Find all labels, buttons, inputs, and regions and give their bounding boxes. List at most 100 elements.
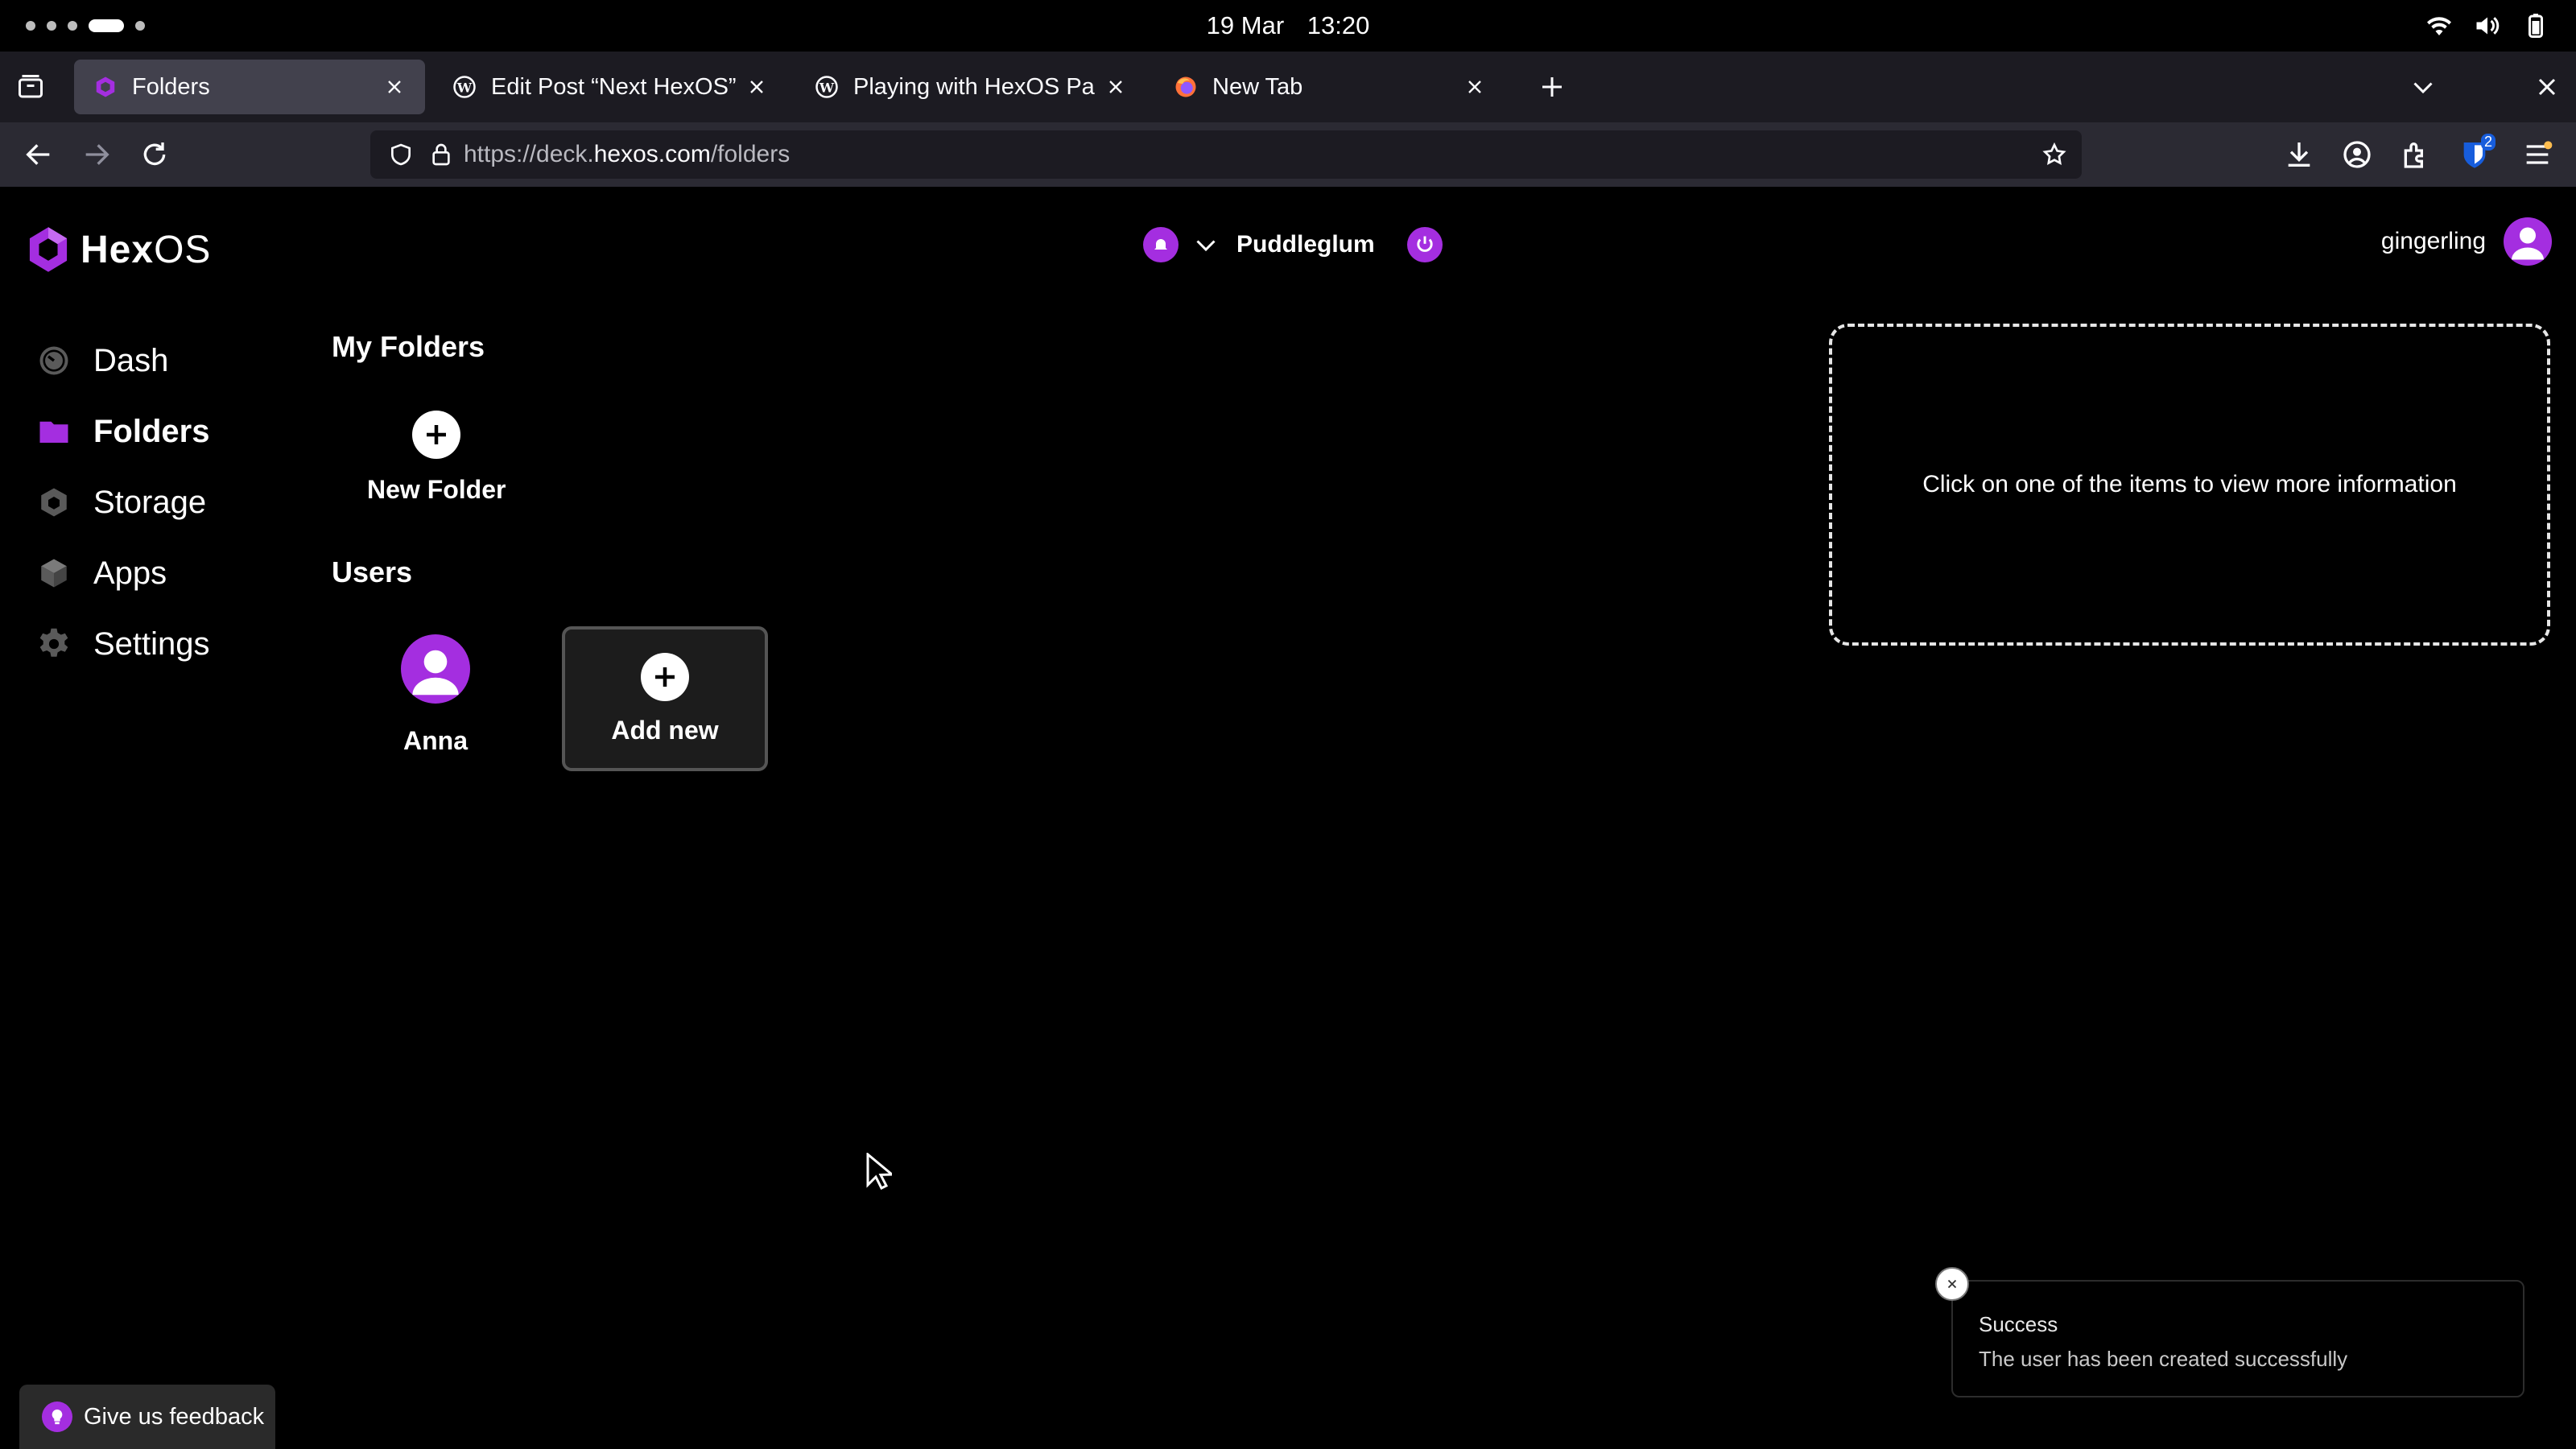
extensions-puzzle-icon[interactable]: [2399, 138, 2431, 171]
plus-icon: [655, 667, 675, 687]
add-new-label: Add new: [611, 715, 719, 745]
sidebar-item-label: Settings: [93, 625, 210, 662]
user-card-anna[interactable]: Anna: [401, 634, 470, 756]
success-toast: Success The user has been created succes…: [1935, 1267, 2524, 1397]
user-menu[interactable]: gingerling: [2381, 217, 2552, 266]
add-circle: [412, 411, 461, 459]
add-new-user-button[interactable]: Add new: [562, 626, 768, 771]
power-button[interactable]: [1406, 227, 1443, 262]
user-avatar-icon: [412, 650, 459, 696]
lightbulb-icon: [42, 1402, 72, 1432]
plus-icon: [427, 425, 447, 444]
bell-icon: [1154, 239, 1167, 250]
server-selector[interactable]: Puddleglum: [1143, 227, 1443, 262]
sidebar-nav: Dash Folders Storage Apps Settings: [37, 325, 210, 679]
feedback-label: Give us feedback: [84, 1403, 265, 1430]
wordpress-icon: W: [453, 76, 476, 98]
logo-text-thin: OS: [154, 228, 212, 271]
close-icon[interactable]: [745, 76, 768, 98]
users-title: Users: [332, 555, 413, 588]
sidebar-item-label: Dash: [93, 342, 169, 378]
firefox-icon: [1175, 76, 1196, 97]
server-status-icon: [1143, 227, 1179, 262]
account-icon[interactable]: [2341, 138, 2373, 171]
downloads-icon[interactable]: [2283, 138, 2315, 171]
system-tray[interactable]: [2425, 11, 2550, 40]
close-icon[interactable]: [1104, 76, 1127, 98]
sidebar-item-folders[interactable]: Folders: [37, 396, 210, 467]
tab-playing-with-hexos[interactable]: W Playing with HexOS Part 1: [795, 60, 1146, 114]
back-arrow-icon[interactable]: [23, 138, 55, 171]
hexos-logo-icon: [96, 76, 115, 97]
sidebar-item-settings[interactable]: Settings: [37, 609, 210, 679]
hexos-app: HexOS Puddleglum gingerling Dash Folders…: [0, 187, 2576, 1449]
my-folders-title: My Folders: [332, 330, 485, 363]
user-avatar-icon: [2512, 227, 2544, 260]
logo-text: HexOS: [80, 228, 211, 272]
mouse-cursor-icon: [866, 1153, 892, 1191]
wifi-icon: [2427, 17, 2451, 35]
sidebar-item-label: Folders: [93, 413, 210, 449]
lock-icon[interactable]: [428, 142, 454, 167]
hexos-logo-icon: [29, 227, 68, 272]
address-bar[interactable]: https://deck.hexos.com/folders: [370, 130, 2082, 179]
chevron-down-icon[interactable]: [1191, 230, 1220, 259]
bookmark-star-icon[interactable]: [2041, 142, 2067, 167]
gear-icon: [39, 628, 68, 657]
add-circle: [641, 652, 689, 701]
system-clock[interactable]: 19 Mar 13:20: [0, 11, 2576, 40]
tab-title: New Tab: [1212, 73, 1303, 100]
browser-nav-bar: https://deck.hexos.com/folders 2: [0, 122, 2576, 187]
logo-text-bold: Hex: [80, 228, 155, 271]
server-name: Puddleglum: [1236, 231, 1375, 258]
tab-title: Edit Post “Next HexOS” ‹: [491, 73, 736, 100]
power-icon: [1417, 236, 1433, 252]
svg-text:W: W: [456, 80, 473, 95]
bitwarden-extension-button[interactable]: 2: [2458, 134, 2496, 171]
menu-hamburger-icon[interactable]: [2521, 138, 2553, 171]
battery-icon: [2529, 14, 2543, 38]
clock-time: 13:20: [1307, 11, 1370, 39]
close-icon[interactable]: [1463, 76, 1486, 98]
extension-badge: 2: [2480, 134, 2496, 151]
url-path: /folders: [710, 141, 791, 167]
sidebar-item-dash[interactable]: Dash: [37, 325, 210, 396]
info-panel: Click on one of the items to view more i…: [1829, 324, 2550, 646]
tab-folders[interactable]: Folders: [74, 60, 425, 114]
close-icon: [1947, 1279, 1957, 1289]
toast-close-button[interactable]: [1935, 1267, 1969, 1301]
avatar: [401, 634, 470, 704]
new-folder-button[interactable]: New Folder: [367, 411, 506, 505]
system-top-bar: 19 Mar 13:20: [0, 0, 2576, 52]
shield-icon[interactable]: [388, 142, 414, 167]
tab-edit-post[interactable]: W Edit Post “Next HexOS” ‹: [433, 60, 787, 114]
tab-title: Folders: [132, 73, 210, 100]
wordpress-icon: W: [815, 76, 838, 98]
clock-date: 19 Mar: [1206, 11, 1285, 39]
info-placeholder-text: Click on one of the items to view more i…: [1922, 471, 2457, 497]
sidebar-item-label: Apps: [93, 555, 167, 591]
tab-overview-icon[interactable]: [16, 72, 45, 101]
cube-icon: [41, 559, 67, 588]
tab-new-tab[interactable]: New Tab: [1154, 60, 1505, 114]
lightbulb-glyph: [52, 1409, 63, 1425]
volume-icon: [2476, 17, 2500, 35]
sidebar-item-storage[interactable]: Storage: [37, 467, 210, 538]
close-window-icon[interactable]: [2533, 72, 2562, 101]
url-prefix: https://deck.: [464, 141, 594, 167]
hexagon-icon: [41, 488, 67, 517]
feedback-button[interactable]: Give us feedback: [19, 1385, 275, 1449]
reload-icon[interactable]: [138, 138, 171, 171]
url-domain: hexos.com: [593, 141, 711, 167]
hexos-logo[interactable]: HexOS: [26, 225, 211, 274]
avatar[interactable]: [2504, 217, 2552, 266]
folder-icon: [39, 421, 68, 443]
sidebar-item-apps[interactable]: Apps: [37, 538, 210, 609]
tab-title: Playing with HexOS Part 1: [853, 73, 1095, 100]
close-icon[interactable]: [383, 76, 406, 98]
username: gingerling: [2380, 228, 2486, 254]
new-tab-plus-icon[interactable]: [1538, 72, 1567, 101]
forward-arrow-icon[interactable]: [80, 138, 113, 171]
list-all-tabs-chevron-icon[interactable]: [2409, 72, 2438, 101]
sidebar-item-label: Storage: [93, 484, 207, 520]
